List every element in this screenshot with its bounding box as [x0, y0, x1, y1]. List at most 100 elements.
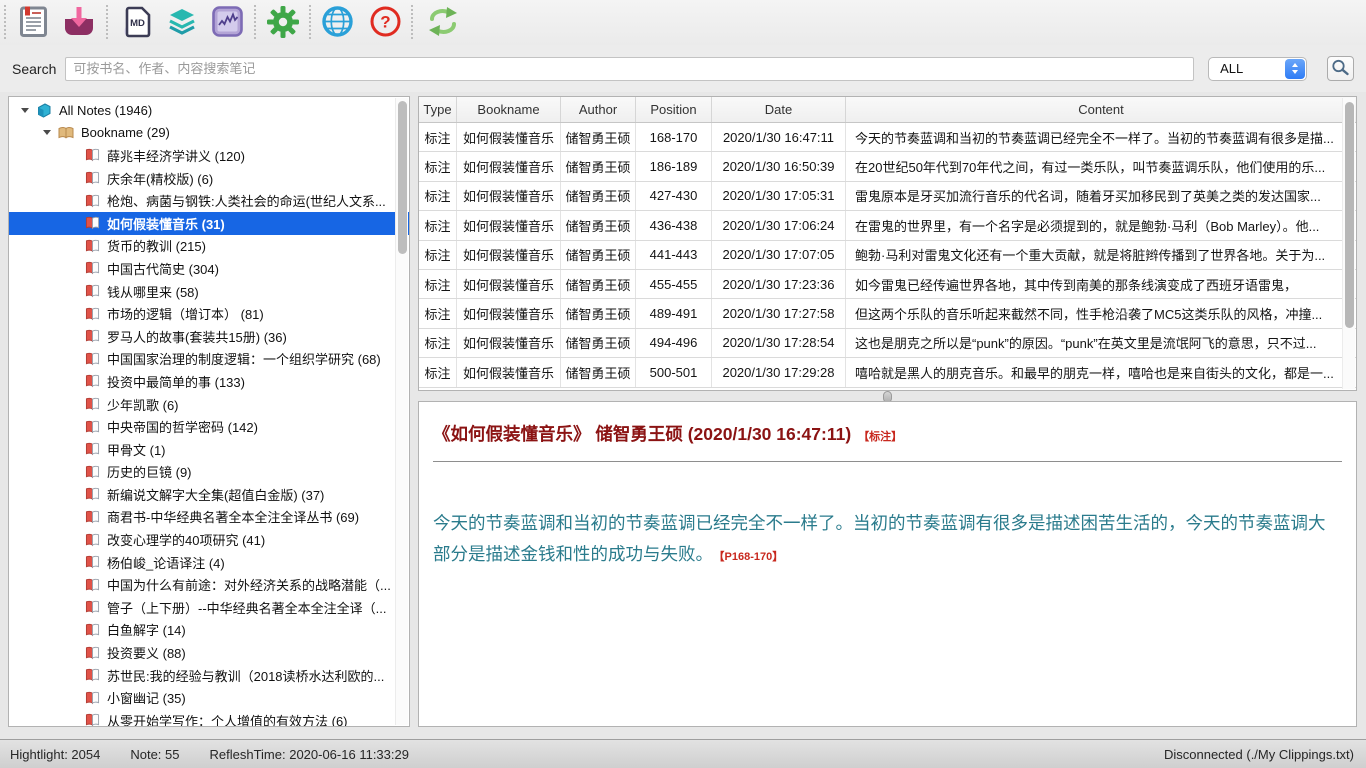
book-icon — [85, 510, 100, 524]
tree-item-book[interactable]: 白鱼解字 (14) — [9, 619, 409, 642]
tree-item-book[interactable]: 苏世民:我的经验与教训（2018读桥水达利欧的... — [9, 664, 409, 687]
toolbar: MD — [0, 0, 1366, 45]
book-icon — [85, 307, 100, 321]
book-icon — [85, 555, 100, 569]
cell-type: 标注 — [419, 123, 457, 151]
status-bar: Hightlight: 2054 Note: 55 RefleshTime: 2… — [0, 739, 1366, 768]
tree-item-label: 白鱼解字 (14) — [107, 620, 186, 639]
tree-item-book[interactable]: 枪炮、病菌与钢铁:人类社会的命运(世纪人文系... — [9, 189, 409, 212]
book-tree-panel: All Notes (1946) Bookname (29) — [8, 96, 410, 727]
tree-item-label: 投资要义 (88) — [107, 643, 186, 662]
cell-content: 这也是朋克之所以是“punk”的原因。“punk”在英文里是流氓阿飞的意思，只不… — [846, 329, 1356, 357]
status-note-count: Note: 55 — [130, 747, 179, 762]
tree-item-book[interactable]: 如何假装懂音乐 (31) — [9, 212, 409, 235]
settings-button[interactable] — [263, 3, 303, 43]
import-clippings-button[interactable] — [59, 3, 99, 43]
tree-item-book[interactable]: 罗马人的故事(套装共15册) (36) — [9, 325, 409, 348]
tree-item-book[interactable]: 市场的逻辑（增订本） (81) — [9, 302, 409, 325]
tree-item-book[interactable]: 中央帝国的哲学密码 (142) — [9, 415, 409, 438]
cell-author: 储智勇王硕 — [561, 123, 636, 151]
disclosure-triangle-icon[interactable] — [43, 130, 51, 135]
table-scrollbar-thumb[interactable] — [1345, 102, 1354, 328]
cell-content: 如今雷鬼已经传遍世界各地，其中传到南美的那条线演变成了西班牙语雷鬼， — [846, 270, 1356, 298]
column-header-author[interactable]: Author — [561, 97, 636, 122]
tree-item-book[interactable]: 管子（上下册）--中华经典名著全本全注全译（... — [9, 596, 409, 619]
column-header-type[interactable]: Type — [419, 97, 457, 122]
book-icon — [85, 713, 100, 727]
table-row[interactable]: 标注 如何假装懂音乐 储智勇王硕 455-455 2020/1/30 17:23… — [419, 270, 1356, 299]
book-icon — [85, 442, 100, 456]
cell-date: 2020/1/30 17:28:54 — [712, 329, 846, 357]
table-row[interactable]: 标注 如何假装懂音乐 储智勇王硕 168-170 2020/1/30 16:47… — [419, 123, 1356, 152]
tree-item-book[interactable]: 中国为什么有前途：对外经济关系的战略潜能（... — [9, 573, 409, 596]
statistics-button[interactable] — [207, 3, 247, 43]
table-row[interactable]: 标注 如何假装懂音乐 储智勇王硕 427-430 2020/1/30 17:05… — [419, 182, 1356, 211]
tree-item-book[interactable]: 中国古代简史 (304) — [9, 257, 409, 280]
column-header-bookname[interactable]: Bookname — [457, 97, 561, 122]
table-row[interactable]: 标注 如何假装懂音乐 储智勇王硕 436-438 2020/1/30 17:06… — [419, 211, 1356, 240]
tree-item-book[interactable]: 中国国家治理的制度逻辑：一个组织学研究 (68) — [9, 348, 409, 371]
table-row[interactable]: 标注 如何假装懂音乐 储智勇王硕 500-501 2020/1/30 17:29… — [419, 358, 1356, 387]
tree-item-book[interactable]: 杨伯峻_论语译注 (4) — [9, 551, 409, 574]
cell-bookname: 如何假装懂音乐 — [457, 182, 561, 210]
website-button[interactable] — [317, 3, 357, 43]
tree-item-book[interactable]: 少年凯歌 (6) — [9, 393, 409, 416]
cell-date: 2020/1/30 17:05:31 — [712, 182, 846, 210]
tree-item-book[interactable]: 新编说文解字大全集(超值白金版) (37) — [9, 483, 409, 506]
tree-item-book[interactable]: 甲骨文 (1) — [9, 438, 409, 461]
tree-item-bookname[interactable]: Bookname (29) — [9, 122, 409, 145]
tree-item-book[interactable]: 庆余年(精校版) (6) — [9, 167, 409, 190]
sidebar-scrollbar[interactable] — [395, 98, 408, 725]
markdown-file-icon: MD — [124, 6, 151, 41]
layers-icon — [167, 7, 197, 40]
tree-item-book[interactable]: 投资中最简单的事 (133) — [9, 370, 409, 393]
sync-button[interactable] — [423, 3, 463, 43]
cell-position: 186-189 — [636, 152, 712, 180]
column-header-date[interactable]: Date — [712, 97, 846, 122]
toolbar-separator — [106, 5, 108, 39]
table-header: Type Bookname Author Position Date Conte… — [419, 97, 1356, 123]
table-row[interactable]: 标注 如何假装懂音乐 储智勇王硕 489-491 2020/1/30 17:27… — [419, 299, 1356, 328]
search-input[interactable] — [65, 57, 1194, 81]
tree-item-book[interactable]: 钱从哪里来 (58) — [9, 280, 409, 303]
column-header-position[interactable]: Position — [636, 97, 712, 122]
notes-document-button[interactable] — [13, 3, 53, 43]
book-icon — [85, 352, 100, 366]
disclosure-triangle-icon[interactable] — [21, 108, 29, 113]
select-stepper-icon — [1285, 59, 1305, 79]
tree-item-book[interactable]: 货币的教训 (215) — [9, 235, 409, 258]
book-icon — [85, 284, 100, 298]
table-scrollbar[interactable] — [1342, 98, 1355, 389]
column-header-content[interactable]: Content — [846, 97, 1356, 122]
layers-button[interactable] — [162, 3, 202, 43]
sidebar-scrollbar-thumb[interactable] — [398, 101, 407, 254]
tree-item-label: 少年凯歌 (6) — [107, 395, 179, 414]
tree-item-label: 历史的巨镜 (9) — [107, 462, 192, 481]
tree-item-book[interactable]: 历史的巨镜 (9) — [9, 461, 409, 484]
book-icon — [85, 600, 100, 614]
search-go-button[interactable] — [1327, 56, 1354, 81]
toolbar-separator — [254, 5, 256, 39]
tree-item-book[interactable]: 小窗幽记 (35) — [9, 686, 409, 709]
tree-item-label: 货币的教训 (215) — [107, 236, 206, 255]
tree-item-label: 庆余年(精校版) (6) — [107, 169, 213, 188]
tree-item-book[interactable]: 投资要义 (88) — [9, 641, 409, 664]
help-question-icon: ? — [369, 5, 402, 41]
cell-date: 2020/1/30 17:27:58 — [712, 299, 846, 327]
book-icon — [85, 374, 100, 388]
tree-item-label: 投资中最简单的事 (133) — [107, 372, 245, 391]
tree-item-book[interactable]: 薛兆丰经济学讲义 (120) — [9, 144, 409, 167]
markdown-export-button[interactable]: MD — [117, 3, 157, 43]
tree-item-book[interactable]: 改变心理学的40项研究 (41) — [9, 528, 409, 551]
tree-item-book[interactable]: 从零开始学写作：个人增值的有效方法 (6) — [9, 709, 409, 727]
cell-author: 储智勇王硕 — [561, 152, 636, 180]
search-scope-select[interactable]: ALL — [1208, 57, 1307, 81]
tree-item-all-notes[interactable]: All Notes (1946) — [9, 99, 409, 122]
table-row[interactable]: 标注 如何假装懂音乐 储智勇王硕 494-496 2020/1/30 17:28… — [419, 329, 1356, 358]
help-button[interactable]: ? — [365, 3, 405, 43]
tree-item-book[interactable]: 商君书-中华经典名著全本全注全译丛书 (69) — [9, 506, 409, 529]
toolbar-separator — [411, 5, 413, 39]
table-row[interactable]: 标注 如何假装懂音乐 储智勇王硕 441-443 2020/1/30 17:07… — [419, 241, 1356, 270]
book-icon — [85, 668, 100, 682]
table-row[interactable]: 标注 如何假装懂音乐 储智勇王硕 186-189 2020/1/30 16:50… — [419, 152, 1356, 181]
